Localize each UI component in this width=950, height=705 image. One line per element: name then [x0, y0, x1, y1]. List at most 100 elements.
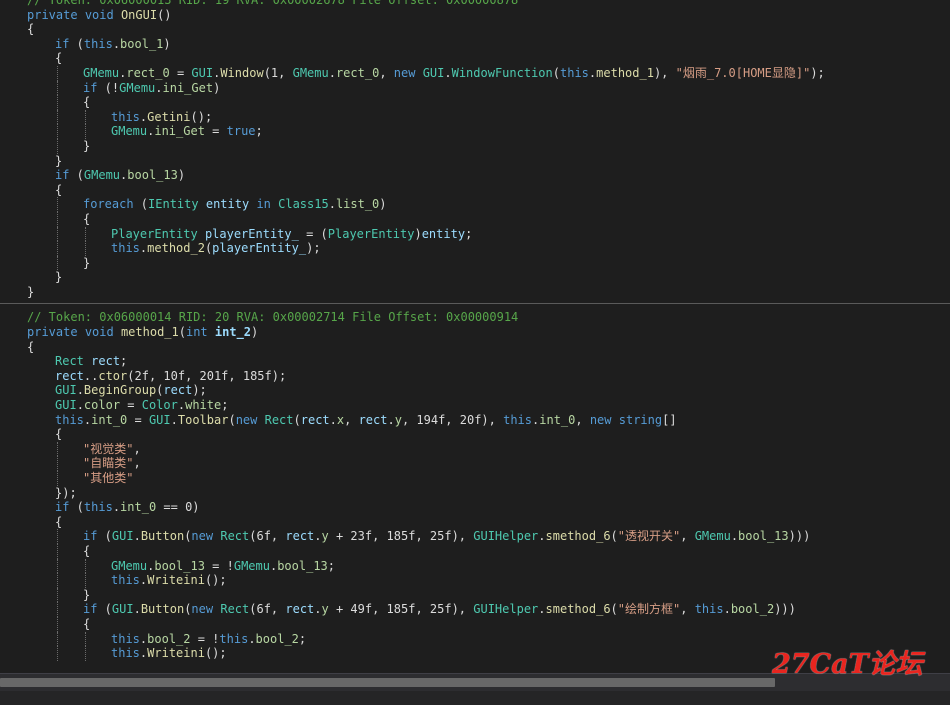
code-line[interactable]: {	[0, 183, 950, 198]
code-line[interactable]: if (GUI.Button(new Rect(6f, rect.y + 23f…	[0, 529, 950, 544]
code-token: void	[84, 325, 114, 340]
code-line[interactable]: if (GMemu.bool_13)	[0, 168, 950, 183]
code-line[interactable]: GMemu.ini_Get = true;	[0, 124, 950, 139]
code-token: true	[226, 124, 256, 139]
code-line[interactable]: private void method_1(int int_2)	[0, 325, 950, 340]
code-token: {	[83, 616, 91, 631]
code-line[interactable]: "视觉类",	[0, 441, 950, 457]
code-token: GMemu	[111, 558, 148, 573]
code-line[interactable]: // Token: 0x06000013 RID: 19 RVA: 0x0000…	[0, 0, 950, 8]
indent-guide	[57, 124, 58, 139]
code-token: (	[133, 197, 149, 212]
code-line[interactable]: {	[0, 22, 950, 37]
code-line[interactable]: }	[0, 285, 950, 300]
code-line[interactable]: }	[0, 154, 950, 169]
code-line[interactable]: foreach (IEntity entity in Class15.list_…	[0, 197, 950, 212]
code-line[interactable]: GMemu.rect_0 = GUI.Window(1, GMemu.rect_…	[0, 65, 950, 81]
code-line[interactable]: "自瞄类",	[0, 456, 950, 471]
code-line[interactable]: }	[0, 255, 950, 271]
code-token: =	[169, 65, 192, 80]
code-token: ();	[204, 646, 227, 661]
indent-guide	[57, 80, 58, 96]
code-token: )	[163, 36, 171, 51]
code-line[interactable]: if (this.int_0 == 0)	[0, 500, 950, 515]
code-token: = !	[204, 558, 234, 573]
code-token: if	[55, 168, 70, 183]
code-token: Button	[140, 602, 185, 617]
code-token: bool_13	[154, 558, 205, 573]
code-token: "其他类"	[83, 471, 134, 485]
code-viewer[interactable]: // Token: 0x06000013 RID: 19 RVA: 0x0000…	[0, 0, 950, 673]
code-line[interactable]: {	[0, 95, 950, 110]
indent-guide	[57, 558, 58, 574]
code-line[interactable]: }	[0, 138, 950, 154]
code-token: {	[55, 514, 63, 529]
indent-guide	[57, 543, 58, 559]
code-token: this	[55, 412, 84, 427]
code-line[interactable]: this.method_2(playerEntity_);	[0, 241, 950, 256]
code-token: = !	[190, 631, 220, 646]
code-line[interactable]: {	[0, 51, 950, 66]
code-token: if	[55, 500, 70, 515]
code-token: (	[228, 412, 236, 427]
code-line[interactable]: this.Getini();	[0, 109, 950, 125]
code-line[interactable]: Rect rect;	[0, 354, 950, 369]
code-token: = (	[298, 226, 328, 241]
indent-guide	[85, 558, 86, 574]
code-token: {	[55, 51, 63, 66]
code-line[interactable]: {	[0, 515, 950, 530]
code-line[interactable]: this.int_0 = GUI.Toolbar(new Rect(rect.x…	[0, 413, 950, 428]
code-token: // Token: 0x06000014 RID: 20 RVA: 0x0000…	[27, 310, 519, 325]
code-line[interactable]: }	[0, 270, 950, 285]
code-token: {	[83, 211, 91, 226]
code-line[interactable]: {	[0, 616, 950, 632]
code-token: });	[55, 485, 77, 500]
decompiled-code[interactable]: // Token: 0x06000013 RID: 19 RVA: 0x0000…	[0, 0, 950, 661]
code-line[interactable]: {	[0, 427, 950, 442]
code-token: OnGUI	[120, 7, 158, 22]
code-line[interactable]: private void OnGUI()	[0, 8, 950, 23]
indent-guide	[85, 109, 86, 125]
code-token: }	[55, 153, 63, 168]
code-line[interactable]: if (this.bool_1)	[0, 37, 950, 52]
code-token: {	[83, 543, 91, 558]
indent-guide	[57, 456, 58, 471]
code-line[interactable]: PlayerEntity playerEntity_ = (PlayerEnti…	[0, 226, 950, 242]
code-token: .	[538, 602, 546, 617]
code-token: "自瞄类"	[83, 456, 134, 471]
indent-guide	[57, 211, 58, 227]
code-token: GUI	[422, 65, 445, 80]
code-token: {	[27, 339, 35, 354]
indent-guide	[57, 616, 58, 632]
code-token: .	[329, 412, 337, 427]
code-token: (	[178, 325, 186, 340]
code-line[interactable]: GUI.color = Color.white;	[0, 398, 950, 413]
code-line[interactable]: {	[0, 211, 950, 227]
code-line[interactable]: {	[0, 340, 950, 355]
code-line[interactable]: if (GUI.Button(new Rect(6f, rect.y + 49f…	[0, 602, 950, 617]
code-token: ;	[120, 354, 128, 369]
code-line[interactable]: }	[0, 587, 950, 603]
code-line[interactable]: this.Writeini();	[0, 573, 950, 588]
code-line[interactable]: "其他类"	[0, 471, 950, 486]
code-line[interactable]: GUI.BeginGroup(rect);	[0, 383, 950, 398]
code-token: .	[387, 412, 395, 427]
code-token: GUI	[55, 383, 77, 398]
code-line[interactable]: GMemu.bool_13 = !GMemu.bool_13;	[0, 558, 950, 574]
code-line[interactable]: {	[0, 543, 950, 559]
code-line[interactable]: rect..ctor(2f, 10f, 201f, 185f);	[0, 369, 950, 384]
code-token: .	[328, 65, 336, 80]
code-token: {	[55, 182, 63, 197]
code-token: if	[83, 80, 98, 95]
code-token: bool_2	[730, 602, 775, 617]
code-line[interactable]: });	[0, 486, 950, 501]
code-line[interactable]: if (!GMemu.ini_Get)	[0, 80, 950, 96]
code-token: this	[560, 65, 589, 80]
scrollbar-thumb[interactable]	[0, 678, 775, 687]
code-token: int_0	[539, 412, 576, 427]
indent-guide	[85, 631, 86, 647]
code-token: (2f, 10f, 201f, 185f);	[127, 368, 287, 383]
code-line[interactable]: // Token: 0x06000014 RID: 20 RVA: 0x0000…	[0, 310, 950, 325]
